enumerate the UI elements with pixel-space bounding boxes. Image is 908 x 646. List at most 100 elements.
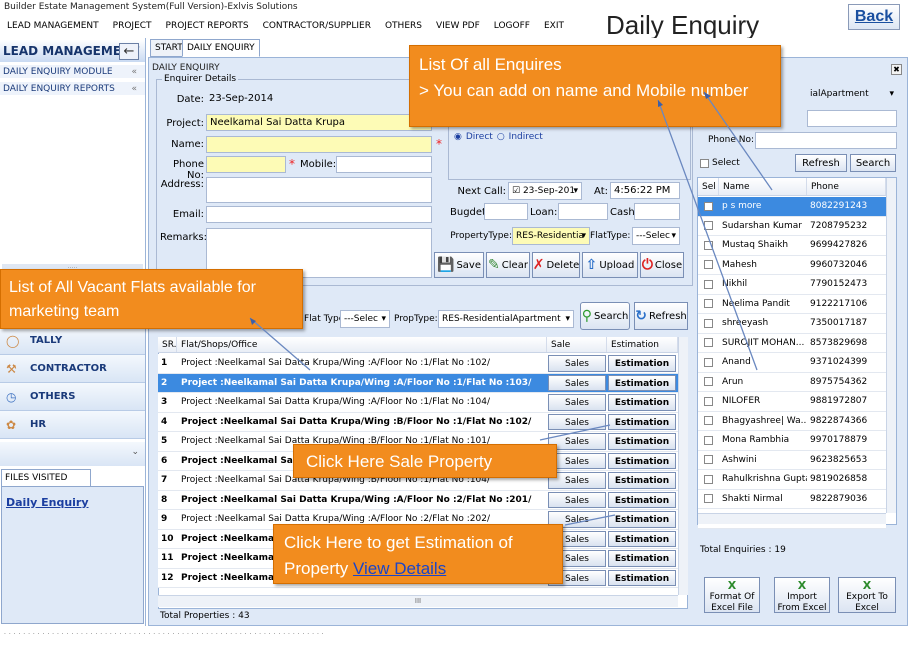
refresh-button[interactable]: ↻ Refresh (634, 302, 688, 330)
menu-lead-management[interactable]: LEAD MANAGEMENT (0, 21, 106, 31)
enquiry-name-filter[interactable] (807, 110, 897, 127)
table-row[interactable]: 2 Project :Neelkamal Sai Datta Krupa/Wing… (158, 373, 678, 393)
estimation-button[interactable]: Estimation (608, 394, 676, 411)
row-checkbox[interactable] (698, 431, 719, 450)
delete-button[interactable]: ✗ Delete (532, 252, 580, 278)
row-checkbox[interactable] (698, 412, 719, 431)
row-checkbox[interactable] (698, 353, 719, 372)
list-item[interactable]: Rahulkrishna Gupta 9819026858 (698, 470, 886, 490)
close-icon[interactable]: ✖ (891, 64, 902, 75)
menu-contractor-supplier[interactable]: CONTRACTOR/SUPPLIER (256, 21, 378, 31)
cash-field[interactable] (634, 203, 680, 220)
budget-field[interactable] (484, 203, 528, 220)
estimation-button[interactable]: Estimation (608, 413, 676, 430)
files-visited-daily-enquiry[interactable]: Daily Enquiry (6, 496, 89, 509)
list-item[interactable]: SUROJIT MOHAN... 8573829698 (698, 333, 886, 353)
flat-type-select[interactable]: ---Selec (632, 227, 680, 245)
menu-project[interactable]: PROJECT (106, 21, 159, 31)
clear-button[interactable]: ✎ Clear (486, 252, 530, 278)
estimation-button[interactable]: Estimation (608, 472, 676, 489)
row-checkbox[interactable] (698, 334, 719, 353)
list-item[interactable]: Mustaq Shaikh 9699427826 (698, 236, 886, 256)
estimation-button[interactable]: Estimation (608, 374, 676, 391)
close-button[interactable]: ⏻ Close (640, 252, 684, 278)
enquiry-refresh-button[interactable]: Refresh (795, 154, 847, 172)
estimation-button[interactable]: Estimation (608, 511, 676, 528)
enquiry-search-button[interactable]: Search (850, 154, 896, 172)
files-visited-tab[interactable]: FILES VISITED TODAY (1, 469, 91, 499)
email-field[interactable] (206, 206, 432, 223)
collapse-arrow-icon[interactable]: ← (119, 43, 139, 60)
row-checkbox[interactable] (698, 490, 719, 509)
sales-button[interactable]: Sales (548, 355, 606, 372)
row-checkbox[interactable] (698, 451, 719, 470)
flats-vertical-scrollbar[interactable] (678, 337, 688, 595)
menu-view-pdf[interactable]: VIEW PDF (429, 21, 487, 31)
filter-prop-type-select[interactable]: RES-ResidentialApartment (438, 310, 574, 328)
menu-others[interactable]: OTHERS (378, 21, 429, 31)
next-call-checkbox[interactable]: ☑ (512, 186, 520, 196)
estimation-button[interactable]: Estimation (608, 491, 676, 508)
filter-flat-type-select[interactable]: ---Selec (340, 310, 390, 328)
save-button[interactable]: 💾 Save (434, 252, 484, 278)
row-checkbox[interactable] (698, 295, 719, 314)
list-item[interactable]: Shakti Nirmal 9822879036 (698, 489, 886, 509)
next-call-date-picker[interactable]: ☑ 23-Sep-201 (508, 182, 582, 200)
list-item[interactable]: Bhagyashree| Wa... 9822874366 (698, 411, 886, 431)
select-all-checkbox[interactable] (700, 158, 709, 168)
back-button[interactable]: Back (848, 4, 900, 30)
table-row[interactable]: 3 Project :Neelkamal Sai Datta Krupa/Wing… (158, 393, 678, 413)
upload-button[interactable]: ⇧ Upload (582, 252, 638, 278)
view-details-link[interactable]: View Details (353, 559, 446, 578)
row-checkbox[interactable] (698, 373, 719, 392)
nav-tally[interactable]: ◯ TALLY (0, 327, 145, 355)
list-item[interactable]: NILOFER 9881972807 (698, 392, 886, 412)
import-excel-button[interactable]: X Import From Excel (774, 577, 830, 613)
time-picker[interactable]: 4:56:22 PM (610, 182, 680, 199)
estimation-button[interactable]: Estimation (608, 530, 676, 547)
nav-overflow-chevron-icon[interactable]: ⌄ (0, 442, 145, 466)
nav-others[interactable]: ◷ OTHERS (0, 383, 145, 411)
table-row[interactable]: 4 Project :Neelkamal Sai Datta Krupa/Wing… (158, 412, 678, 432)
row-checkbox[interactable] (698, 470, 719, 489)
address-field[interactable] (206, 177, 432, 203)
enquiry-phone-filter[interactable] (755, 132, 897, 149)
row-checkbox[interactable] (698, 197, 719, 216)
tab-daily-enquiry[interactable]: DAILY ENQUIRY (182, 39, 260, 57)
list-item[interactable]: Ashwini 9623825653 (698, 450, 886, 470)
menu-logoff[interactable]: LOGOFF (487, 21, 537, 31)
sales-button[interactable]: Sales (548, 394, 606, 411)
sales-button[interactable]: Sales (548, 491, 606, 508)
search-button[interactable]: ⚲ Search (580, 302, 630, 330)
project-field[interactable]: Neelkamal Sai Datta Krupa (206, 114, 432, 131)
enquiry-prop-type-select[interactable]: ialApartment (807, 86, 897, 104)
sidebar-item-daily-enquiry-module[interactable]: DAILY ENQUIRY MODULE « (0, 65, 145, 79)
export-excel-button[interactable]: X Export To Excel (838, 577, 896, 613)
sales-button[interactable]: Sales (548, 374, 606, 391)
estimation-button[interactable]: Estimation (608, 569, 676, 586)
list-item[interactable]: shreeyash 7350017187 (698, 314, 886, 334)
estimation-button[interactable]: Estimation (608, 433, 676, 450)
table-row[interactable]: 1 Project :Neelkamal Sai Datta Krupa/Wing… (158, 354, 678, 374)
phone-field[interactable] (206, 156, 286, 173)
row-checkbox[interactable] (698, 256, 719, 275)
row-checkbox[interactable] (698, 217, 719, 236)
enquiries-horizontal-scrollbar[interactable] (698, 513, 886, 524)
nav-hr[interactable]: ✿ HR (0, 411, 145, 439)
estimation-button[interactable]: Estimation (608, 550, 676, 567)
indirect-radio[interactable]: ○ (497, 132, 505, 142)
menu-exit[interactable]: EXIT (537, 21, 571, 31)
nav-contractor[interactable]: ⚒ CONTRACTOR (0, 355, 145, 383)
list-item[interactable]: Nikhil 7790152473 (698, 275, 886, 295)
row-checkbox[interactable] (698, 236, 719, 255)
select-all[interactable]: Select (700, 158, 740, 168)
row-checkbox[interactable] (698, 314, 719, 333)
name-field[interactable] (206, 136, 432, 153)
list-item[interactable]: Sudarshan Kumar 7208795232 (698, 216, 886, 236)
table-row[interactable]: 8 Project :Neelkamal Sai Datta Krupa/Wing… (158, 490, 678, 510)
list-item[interactable]: Neelima Pandit 9122217106 (698, 294, 886, 314)
sidebar-item-daily-enquiry-reports[interactable]: DAILY ENQUIRY REPORTS « (0, 82, 145, 96)
date-field[interactable]: 23-Sep-2014 (206, 91, 366, 108)
direct-radio[interactable]: ◉ (454, 132, 462, 142)
sales-button[interactable]: Sales (548, 413, 606, 430)
